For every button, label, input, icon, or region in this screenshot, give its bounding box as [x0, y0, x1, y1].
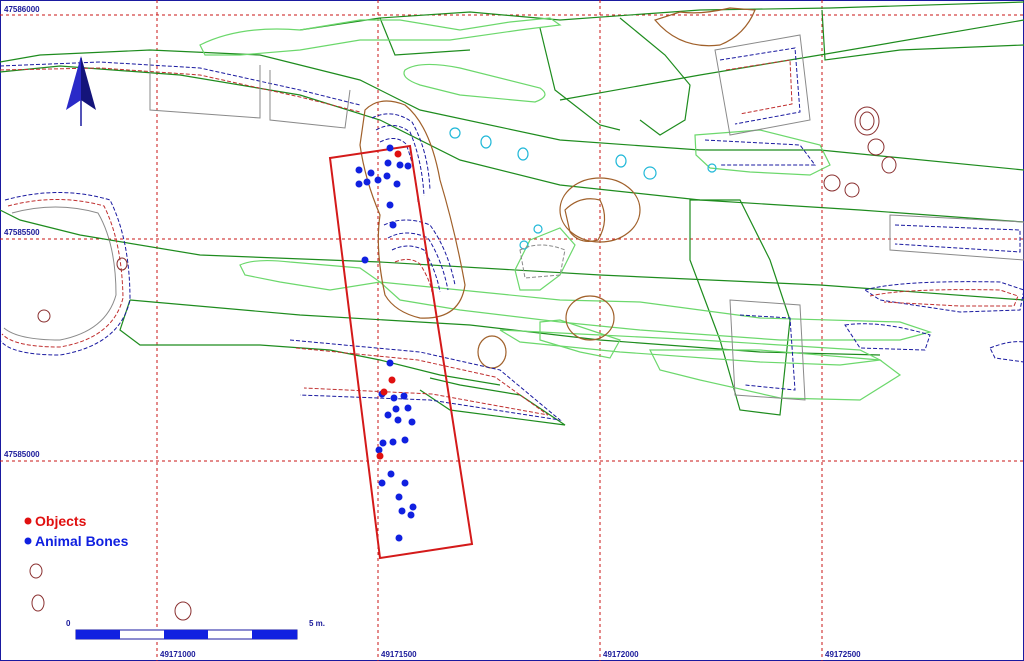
legend: Objects Animal Bones: [24, 513, 129, 549]
legend-objects-label: Objects: [35, 513, 87, 529]
postholes: [449, 127, 717, 250]
grid-label-y-top: 47586000: [4, 5, 40, 14]
site-plan-map: 47586000 47585500 47585000 49171000 4917…: [0, 0, 1024, 661]
scale-end-label: 5 m.: [309, 619, 325, 628]
legend-objects-marker: [24, 517, 32, 525]
grid-label-x-3: 49172000: [603, 650, 639, 659]
animal-bones-finds: [355, 144, 417, 542]
legend-bones-marker: [24, 537, 32, 545]
contour-features: [0, 34, 1024, 421]
grid-label-x-1: 49171000: [160, 650, 196, 659]
pit-outlines: [359, 7, 756, 369]
small-ring-features: [29, 106, 897, 621]
grid-label-y-mid: 47585500: [4, 228, 40, 237]
ditch-outlines-light: [199, 17, 933, 401]
grid-label-x-4: 49172500: [825, 650, 861, 659]
legend-bones-label: Animal Bones: [35, 533, 129, 549]
scale-start-label: 0: [66, 619, 71, 628]
grid-label-x-2: 49171500: [381, 650, 417, 659]
grid-label-y-bottom: 47585000: [4, 450, 40, 459]
scale-bar: 0 5 m.: [66, 619, 325, 640]
